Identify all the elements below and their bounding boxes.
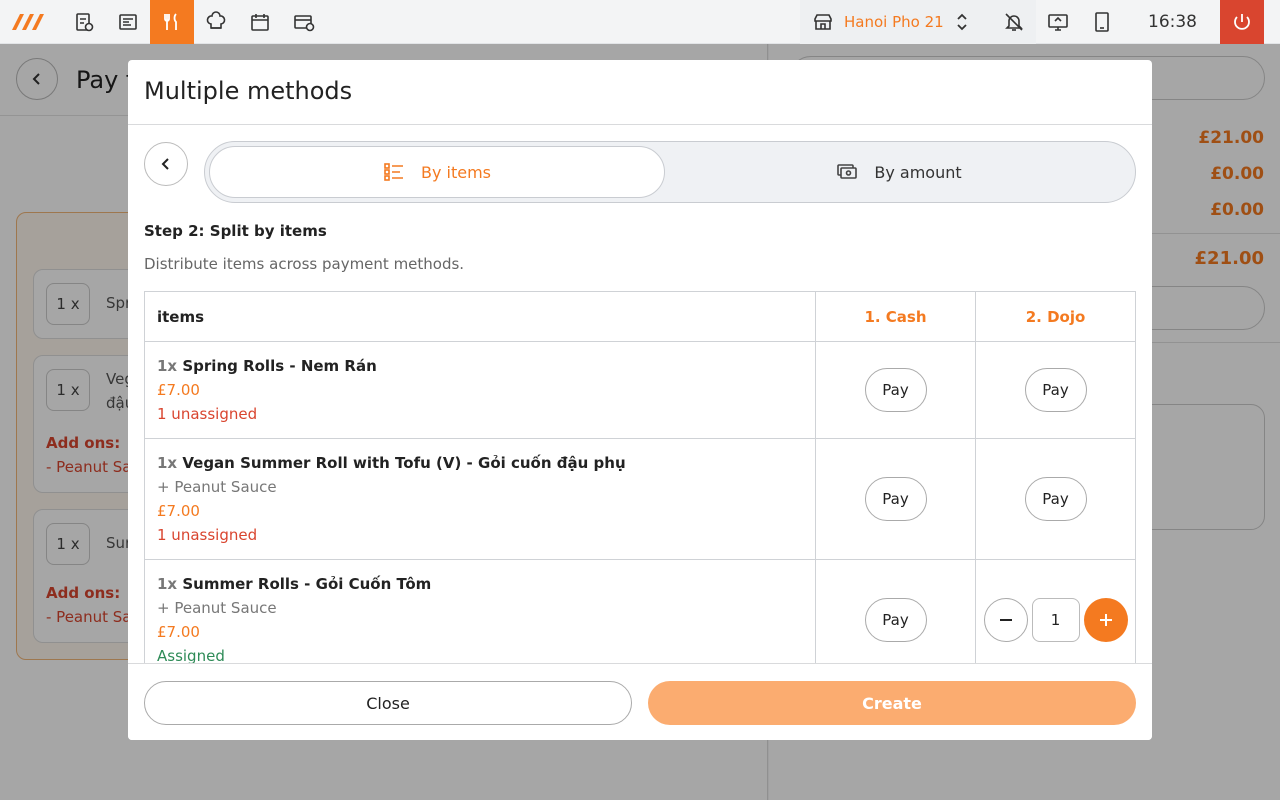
item-cell: 1x Summer Rolls - Gỏi Cuốn Tôm + Peanut … <box>144 559 816 663</box>
item-qty: 1x <box>157 454 178 472</box>
item-cell: 1x Vegan Summer Roll with Tofu (V) - Gỏi… <box>144 438 816 560</box>
table-row: 1x Vegan Summer Roll with Tofu (V) - Gỏi… <box>144 438 1136 560</box>
pay-dojo-button[interactable]: Pay <box>1024 368 1087 412</box>
back-button[interactable] <box>144 142 188 186</box>
create-button[interactable]: Create <box>648 681 1136 725</box>
split-mode-tabs: By items By amount <box>204 141 1136 203</box>
table-row: 1x Summer Rolls - Gỏi Cuốn Tôm + Peanut … <box>144 559 1136 663</box>
list-icon <box>384 163 403 181</box>
power-icon <box>1234 14 1250 30</box>
cash-cell: Pay <box>815 438 976 560</box>
item-name: 1x Vegan Summer Roll with Tofu (V) - Gỏi… <box>157 451 803 475</box>
item-name: 1x Spring Rolls - Nem Rán <box>157 354 803 378</box>
item-name-text: Spring Rolls - Nem Rán <box>182 357 377 375</box>
chef-hat-icon[interactable] <box>194 0 238 44</box>
pay-cash-button[interactable]: Pay <box>864 477 927 521</box>
cash-cell: Pay <box>815 559 976 663</box>
cash-icon <box>837 164 858 179</box>
item-status: 1 unassigned <box>157 405 258 423</box>
modal-title: Multiple methods <box>144 77 353 105</box>
tab-by-items-label: By items <box>420 162 491 182</box>
column-header-cash: 1. Cash <box>815 291 976 342</box>
chevron-up-down-icon <box>957 13 967 31</box>
dojo-quantity-stepper: 1 <box>976 598 1135 642</box>
modal-header: Multiple methods <box>128 60 1152 125</box>
column-header-dojo: 2. Dojo <box>975 291 1136 342</box>
tab-by-items[interactable]: By items <box>209 146 665 198</box>
dojo-cell: 1 <box>975 559 1136 663</box>
store-icon <box>814 14 832 30</box>
split-items-table: items 1. Cash 2. Dojo 1x Spring Rolls - … <box>144 291 1136 663</box>
power-button[interactable] <box>1220 0 1264 44</box>
cash-cell: Pay <box>815 341 976 439</box>
item-status: Assigned <box>157 647 225 663</box>
tablet-icon[interactable] <box>1080 0 1124 44</box>
minus-icon <box>999 619 1012 621</box>
fork-knife-icon[interactable] <box>150 0 194 44</box>
dojo-cell: Pay <box>975 438 1136 560</box>
increment-button[interactable] <box>1083 598 1128 642</box>
item-price: £7.00 <box>157 502 200 520</box>
quantity-value[interactable]: 1 <box>1031 598 1080 642</box>
top-bar: Hanoi Pho 21 16:38 <box>0 0 1280 44</box>
receipt-list-icon[interactable] <box>106 0 150 44</box>
card-clock-icon[interactable] <box>282 0 326 44</box>
close-button[interactable]: Close <box>144 681 632 725</box>
item-status: 1 unassigned <box>157 526 258 544</box>
monitor-sync-icon[interactable] <box>1036 0 1080 44</box>
table-header-row: items 1. Cash 2. Dojo <box>144 291 1136 342</box>
tab-by-amount-label: By amount <box>874 162 962 182</box>
item-name: 1x Summer Rolls - Gỏi Cuốn Tôm <box>157 572 803 596</box>
chevron-left-icon <box>161 158 169 170</box>
receipt-dollar-icon[interactable] <box>62 0 106 44</box>
multiple-methods-modal: Multiple methods By items By amount Step… <box>128 60 1152 740</box>
item-qty: 1x <box>157 575 178 593</box>
store-name: Hanoi Pho 21 <box>844 13 944 31</box>
item-name-text: Vegan Summer Roll with Tofu (V) - Gỏi cu… <box>182 454 626 472</box>
item-qty: 1x <box>157 357 178 375</box>
dojo-cell: Pay <box>975 341 1136 439</box>
column-header-items: items <box>144 291 816 342</box>
item-price: £7.00 <box>157 623 200 641</box>
table-row: 1x Spring Rolls - Nem Rán £7.00 1 unassi… <box>144 341 1136 439</box>
step-description: Distribute items across payment methods. <box>144 255 465 273</box>
step-title: Step 2: Split by items <box>144 222 327 240</box>
clock-time: 16:38 <box>1148 12 1197 32</box>
pay-cash-button[interactable]: Pay <box>864 368 927 412</box>
item-cell: 1x Spring Rolls - Nem Rán £7.00 1 unassi… <box>144 341 816 439</box>
item-name-text: Summer Rolls - Gỏi Cuốn Tôm <box>182 575 432 593</box>
pay-cash-button[interactable]: Pay <box>864 598 927 642</box>
calendar-icon[interactable] <box>238 0 282 44</box>
item-addon: + Peanut Sauce <box>157 599 277 617</box>
item-addon: + Peanut Sauce <box>157 478 277 496</box>
pay-dojo-button[interactable]: Pay <box>1024 477 1087 521</box>
split-items-table-scroll[interactable]: items 1. Cash 2. Dojo 1x Spring Rolls - … <box>144 291 1136 663</box>
modal-footer: Close Create <box>128 663 1152 740</box>
brand-logo-icon <box>12 14 44 30</box>
tab-by-amount[interactable]: By amount <box>667 146 1131 198</box>
plus-icon <box>1099 614 1112 626</box>
item-price: £7.00 <box>157 381 200 399</box>
decrement-button[interactable] <box>983 598 1028 642</box>
bell-off-icon[interactable] <box>992 0 1036 44</box>
